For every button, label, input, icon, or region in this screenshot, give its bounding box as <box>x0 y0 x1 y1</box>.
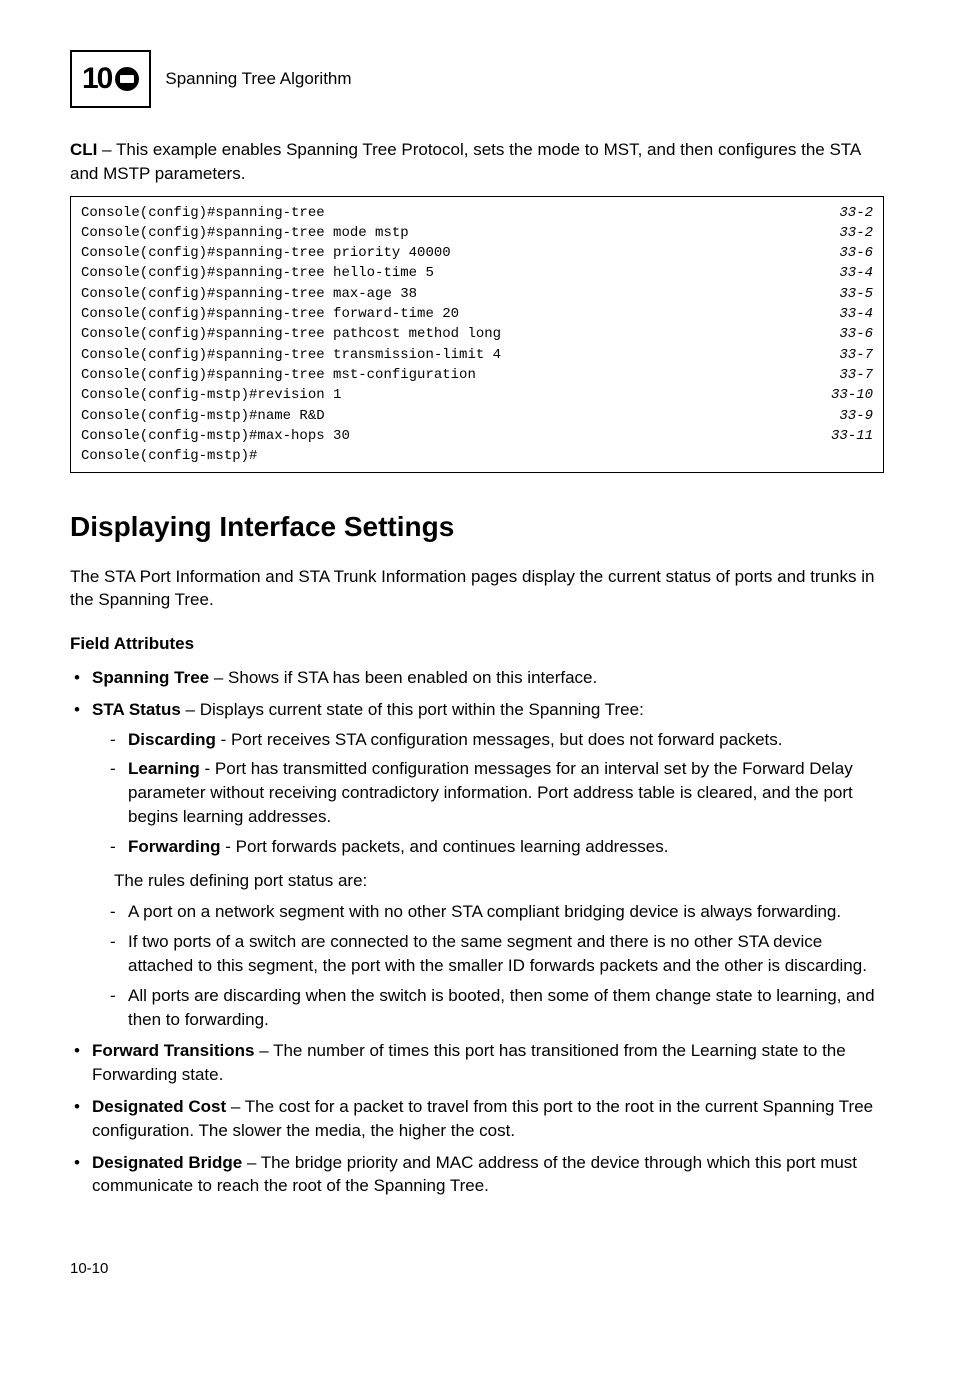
code-command: Console(config-mstp)# <box>81 446 257 466</box>
spanning-tree-label: Spanning Tree <box>92 668 209 687</box>
code-reference: 33-10 <box>831 385 873 405</box>
code-command: Console(config-mstp)#revision 1 <box>81 385 341 405</box>
code-command: Console(config-mstp)#name R&D <box>81 406 325 426</box>
code-command: Console(config)#spanning-tree forward-ti… <box>81 304 459 324</box>
sta-status-label: STA Status <box>92 700 181 719</box>
discarding-label: Discarding <box>128 730 216 749</box>
code-line: Console(config)#spanning-tree hello-time… <box>81 263 873 283</box>
list-item: Discarding - Port receives STA configura… <box>110 728 884 752</box>
section-intro: The STA Port Information and STA Trunk I… <box>70 565 884 613</box>
chapter-badge: 10 <box>70 50 151 108</box>
page-number: 10-10 <box>70 1258 884 1279</box>
code-block: Console(config)#spanning-tree33-2Console… <box>70 196 884 474</box>
code-command: Console(config)#spanning-tree hello-time… <box>81 263 434 283</box>
code-line: Console(config-mstp)# <box>81 446 873 466</box>
designated-bridge-label: Designated Bridge <box>92 1153 242 1172</box>
code-command: Console(config)#spanning-tree pathcost m… <box>81 324 501 344</box>
code-reference: 33-6 <box>839 243 873 263</box>
forwarding-label: Forwarding <box>128 837 221 856</box>
code-reference: 33-2 <box>839 203 873 223</box>
learning-text: - Port has transmitted configuration mes… <box>128 759 853 826</box>
forwarding-text: - Port forwards packets, and continues l… <box>221 837 669 856</box>
code-reference: 33-5 <box>839 284 873 304</box>
code-line: Console(config)#spanning-tree max-age 38… <box>81 284 873 304</box>
code-reference: 33-4 <box>839 263 873 283</box>
code-command: Console(config-mstp)#max-hops 30 <box>81 426 350 446</box>
list-item: Spanning Tree – Shows if STA has been en… <box>70 666 884 690</box>
header-title: Spanning Tree Algorithm <box>165 67 351 91</box>
code-line: Console(config-mstp)#revision 1 33-10 <box>81 385 873 405</box>
code-reference: 33-7 <box>839 365 873 385</box>
learning-label: Learning <box>128 759 200 778</box>
discarding-text: - Port receives STA configuration messag… <box>216 730 783 749</box>
list-item: A port on a network segment with no othe… <box>110 900 884 924</box>
sta-status-sublist: Discarding - Port receives STA configura… <box>92 728 884 859</box>
spanning-tree-text: – Shows if STA has been enabled on this … <box>209 668 597 687</box>
list-item: Designated Bridge – The bridge priority … <box>70 1151 884 1199</box>
attribute-list: Spanning Tree – Shows if STA has been en… <box>70 666 884 1198</box>
code-line: Console(config-mstp)#name R&D 33-9 <box>81 406 873 426</box>
rules-intro: The rules defining port status are: <box>114 869 884 893</box>
code-reference: 33-2 <box>839 223 873 243</box>
code-command: Console(config)#spanning-tree mst-config… <box>81 365 476 385</box>
code-command: Console(config)#spanning-tree mode mstp <box>81 223 409 243</box>
list-item: All ports are discarding when the switch… <box>110 984 884 1032</box>
code-command: Console(config)#spanning-tree <box>81 203 325 223</box>
sta-status-text: – Displays current state of this port wi… <box>181 700 644 719</box>
code-command: Console(config)#spanning-tree max-age 38 <box>81 284 417 304</box>
code-line: Console(config)#spanning-tree priority 4… <box>81 243 873 263</box>
code-line: Console(config)#spanning-tree 33-2 <box>81 203 873 223</box>
code-line: Console(config)#spanning-tree transmissi… <box>81 345 873 365</box>
cli-intro-text: – This example enables Spanning Tree Pro… <box>70 140 860 183</box>
page-header: 10 Spanning Tree Algorithm <box>70 50 884 108</box>
list-item: STA Status – Displays current state of t… <box>70 698 884 1032</box>
code-line: Console(config)#spanning-tree forward-ti… <box>81 304 873 324</box>
field-attributes-heading: Field Attributes <box>70 632 884 656</box>
code-line: Console(config)#spanning-tree pathcost m… <box>81 324 873 344</box>
list-item: If two ports of a switch are connected t… <box>110 930 884 978</box>
chapter-number: 10 <box>82 58 111 100</box>
rules-sublist: A port on a network segment with no othe… <box>92 900 884 1031</box>
code-line: Console(config)#spanning-tree mode mstp 3… <box>81 223 873 243</box>
cli-label: CLI <box>70 140 97 159</box>
cli-intro: CLI – This example enables Spanning Tree… <box>70 138 884 186</box>
code-command: Console(config)#spanning-tree priority 4… <box>81 243 451 263</box>
code-reference: 33-4 <box>839 304 873 324</box>
list-item: Forwarding - Port forwards packets, and … <box>110 835 884 859</box>
code-command: Console(config)#spanning-tree transmissi… <box>81 345 501 365</box>
chapter-icon <box>115 67 139 91</box>
forward-transitions-label: Forward Transitions <box>92 1041 254 1060</box>
list-item: Designated Cost – The cost for a packet … <box>70 1095 884 1143</box>
code-line: Console(config)#spanning-tree mst-config… <box>81 365 873 385</box>
code-reference: 33-7 <box>839 345 873 365</box>
list-item: Forward Transitions – The number of time… <box>70 1039 884 1087</box>
code-reference: 33-9 <box>839 406 873 426</box>
designated-cost-label: Designated Cost <box>92 1097 226 1116</box>
code-reference: 33-11 <box>831 426 873 446</box>
code-line: Console(config-mstp)#max-hops 30 33-11 <box>81 426 873 446</box>
code-reference: 33-6 <box>839 324 873 344</box>
section-heading: Displaying Interface Settings <box>70 507 884 546</box>
list-item: Learning - Port has transmitted configur… <box>110 757 884 828</box>
